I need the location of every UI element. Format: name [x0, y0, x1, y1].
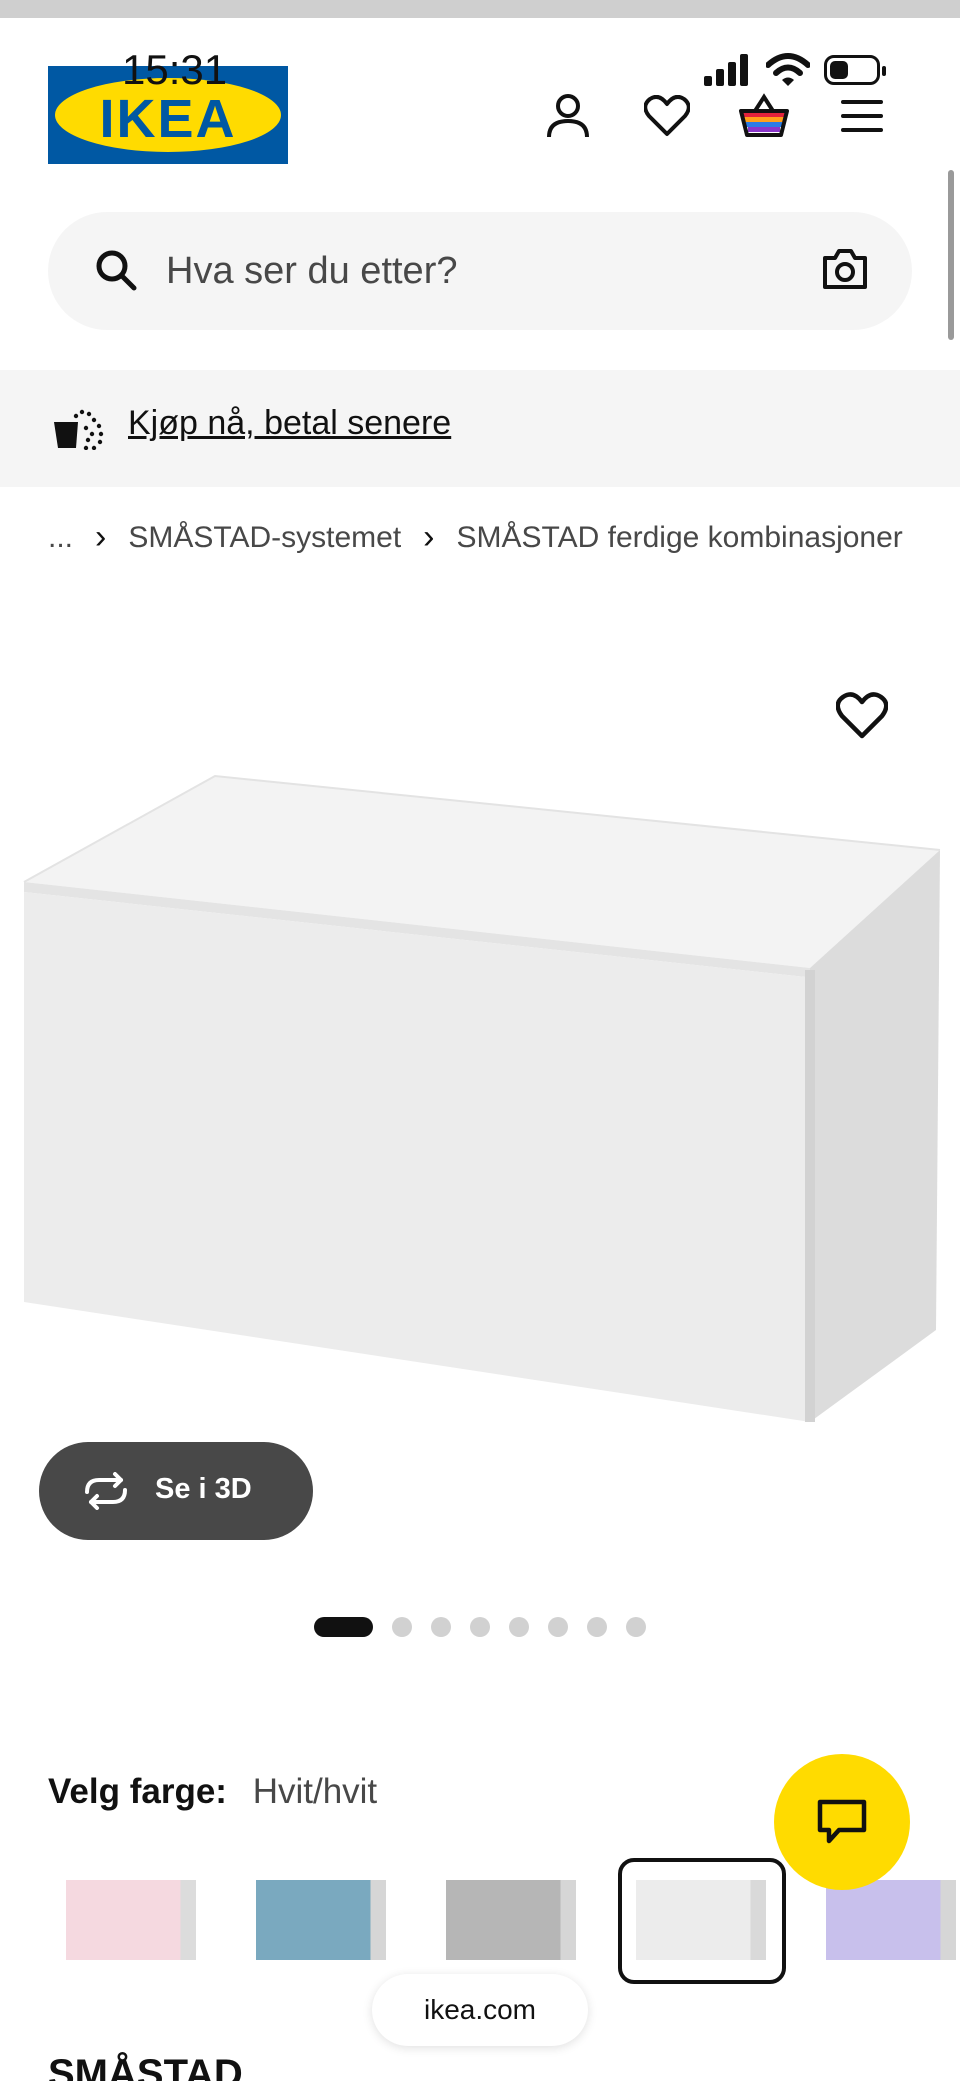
- gallery-dot-active[interactable]: [314, 1617, 373, 1637]
- wifi-icon: [766, 53, 810, 86]
- swatch-image: [256, 1880, 386, 1960]
- chevron-right-icon: ›: [423, 518, 435, 556]
- camera-icon[interactable]: [822, 248, 868, 290]
- search-input[interactable]: Hva ser du etter?: [166, 250, 457, 293]
- page-scrollbar[interactable]: [948, 170, 954, 340]
- favourite-product-icon[interactable]: [836, 690, 888, 742]
- chat-button[interactable]: [774, 1754, 910, 1890]
- cart-button[interactable]: [736, 88, 792, 144]
- gallery-dot[interactable]: [626, 1617, 646, 1637]
- heart-icon: [644, 95, 690, 136]
- battery-icon: [824, 55, 886, 85]
- status-icons: [704, 50, 886, 90]
- status-time: 15:31: [122, 46, 228, 93]
- color-swatch-blue[interactable]: [242, 1862, 402, 1980]
- menu-icon: [841, 100, 883, 132]
- product-title: SMÅSTAD: [48, 2052, 243, 2081]
- swatch-image: [446, 1880, 576, 1960]
- product-image[interactable]: [10, 770, 945, 1430]
- menu-button[interactable]: [834, 88, 890, 144]
- user-icon: [547, 94, 589, 138]
- top-strip: [0, 0, 960, 18]
- swatch-image: [636, 1880, 766, 1960]
- gallery-dot[interactable]: [509, 1617, 529, 1637]
- breadcrumb-more[interactable]: ...: [48, 521, 73, 555]
- gallery-pagination: [314, 1617, 646, 1637]
- gallery-dot[interactable]: [392, 1617, 412, 1637]
- color-swatch-grey[interactable]: [432, 1862, 592, 1980]
- swatch-image: [66, 1880, 196, 1960]
- gallery-dot[interactable]: [587, 1617, 607, 1637]
- rotate-3d-icon: [85, 1472, 127, 1510]
- gallery-dot[interactable]: [431, 1617, 451, 1637]
- color-picker-label: Velg farge: Hvit/hvit: [48, 1772, 377, 1812]
- account-button[interactable]: [540, 88, 596, 144]
- color-selected-value: Hvit/hvit: [252, 1772, 378, 1811]
- browser-domain: ikea.com: [423, 1994, 537, 2025]
- swatch-image: [826, 1880, 956, 1960]
- promo-link[interactable]: Kjøp nå, betal senere: [128, 404, 451, 443]
- gallery-dot[interactable]: [548, 1617, 568, 1637]
- breadcrumb-item-combinations[interactable]: SMÅSTAD ferdige kombinasjoner: [456, 521, 902, 555]
- view-3d-label: Se i 3D: [155, 1473, 252, 1505]
- color-swatch-pink[interactable]: [52, 1862, 212, 1980]
- chevron-right-icon: ›: [95, 518, 107, 556]
- browser-address-bar[interactable]: ikea.com: [372, 1974, 588, 2046]
- color-label: Velg farge:: [48, 1772, 227, 1811]
- search-bar[interactable]: Hva ser du etter?: [48, 212, 912, 330]
- payment-icon: [54, 409, 104, 450]
- color-swatch-white-selected[interactable]: [618, 1858, 786, 1984]
- breadcrumb-item-system[interactable]: SMÅSTAD-systemet: [128, 521, 401, 555]
- search-icon: [96, 250, 137, 291]
- signal-icon: [704, 54, 748, 86]
- promo-banner[interactable]: Kjøp nå, betal senere: [0, 370, 960, 487]
- favourites-button[interactable]: [639, 88, 695, 144]
- chat-icon: [817, 1799, 867, 1844]
- view-3d-button[interactable]: Se i 3D: [39, 1442, 313, 1540]
- breadcrumb: ... › SMÅSTAD-systemet › SMÅSTAD ferdige…: [48, 518, 903, 557]
- gallery-dot[interactable]: [470, 1617, 490, 1637]
- logo-text: IKEA: [99, 89, 237, 149]
- basket-icon: [739, 93, 789, 137]
